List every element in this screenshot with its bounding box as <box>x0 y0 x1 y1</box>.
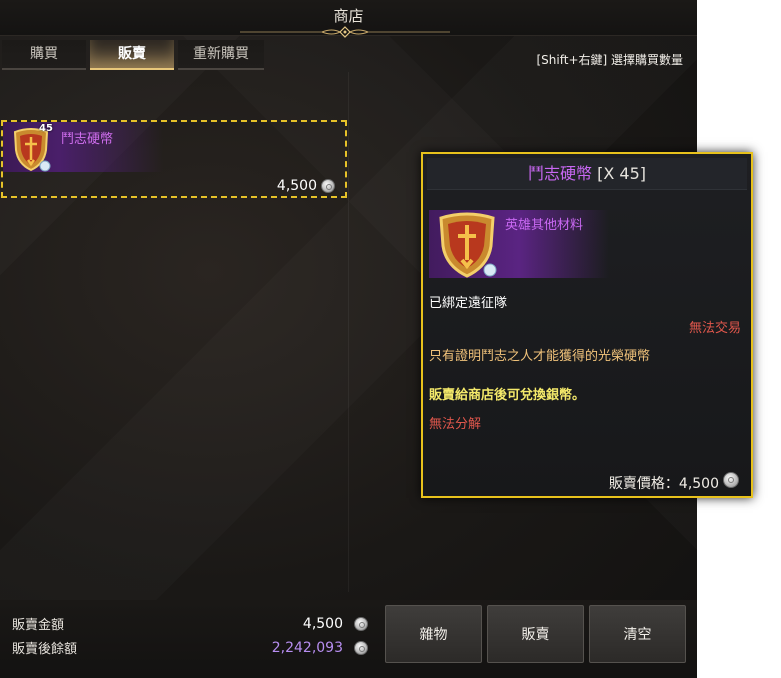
item-name: 鬥志硬幣 <box>61 132 114 147</box>
tooltip-dismantle: 無法分解 <box>429 417 482 432</box>
item-count: 45 <box>39 123 53 134</box>
tooltip-sell-note: 販賣給商店後可兌換銀幣。 <box>429 388 586 403</box>
column-divider <box>348 72 349 592</box>
quantity-hint: [Shift+右鍵] 選擇購買數量 <box>536 53 683 67</box>
tooltip-category: 英雄其他材料 <box>505 218 584 233</box>
sell-total-value: 4,500 <box>302 616 343 632</box>
window-title: 商店 <box>333 7 364 25</box>
misc-button[interactable]: 雜物 <box>385 605 482 663</box>
silver-coin-icon <box>354 617 368 631</box>
sell-button[interactable]: 販賣 <box>487 605 584 663</box>
tooltip-description: 只有證明鬥志之人才能獲得的光榮硬幣 <box>429 349 651 364</box>
shield-coin-icon <box>439 212 497 278</box>
tooltip-bound: 已綁定遠征隊 <box>429 296 508 311</box>
clear-button[interactable]: 清空 <box>589 605 686 663</box>
sell-item-slot[interactable]: 45 鬥志硬幣 4,500 <box>1 120 347 198</box>
tab-rebuy[interactable]: 重新購買 <box>178 40 264 70</box>
title-bar[interactable]: 商店 <box>0 0 697 38</box>
balance-value: 2,242,093 <box>271 640 343 656</box>
item-price: 4,500 <box>276 178 317 194</box>
tooltip-sell-price: 販賣價格：4,500 <box>608 476 719 492</box>
silver-coin-icon <box>354 641 368 655</box>
tooltip-trade: 無法交易 <box>688 321 741 336</box>
balance-label: 販賣後餘額 <box>12 642 78 657</box>
tooltip-item-name: 鬥志硬幣 <box>528 164 593 183</box>
ornament-icon <box>240 26 450 38</box>
item-tooltip: 鬥志硬幣 [X 45] 英雄其他材料 已綁定遠征隊 無法交易 只有證明鬥志之人才… <box>421 152 753 498</box>
sell-total-label: 販賣金額 <box>12 618 65 633</box>
tooltip-quantity: [X 45] <box>597 164 646 183</box>
silver-coin-icon <box>723 472 739 488</box>
tab-buy[interactable]: 購買 <box>2 40 86 70</box>
silver-coin-icon <box>321 179 335 193</box>
tooltip-header: 鬥志硬幣 [X 45] <box>427 158 747 190</box>
tab-sell[interactable]: 販賣 <box>90 40 174 70</box>
